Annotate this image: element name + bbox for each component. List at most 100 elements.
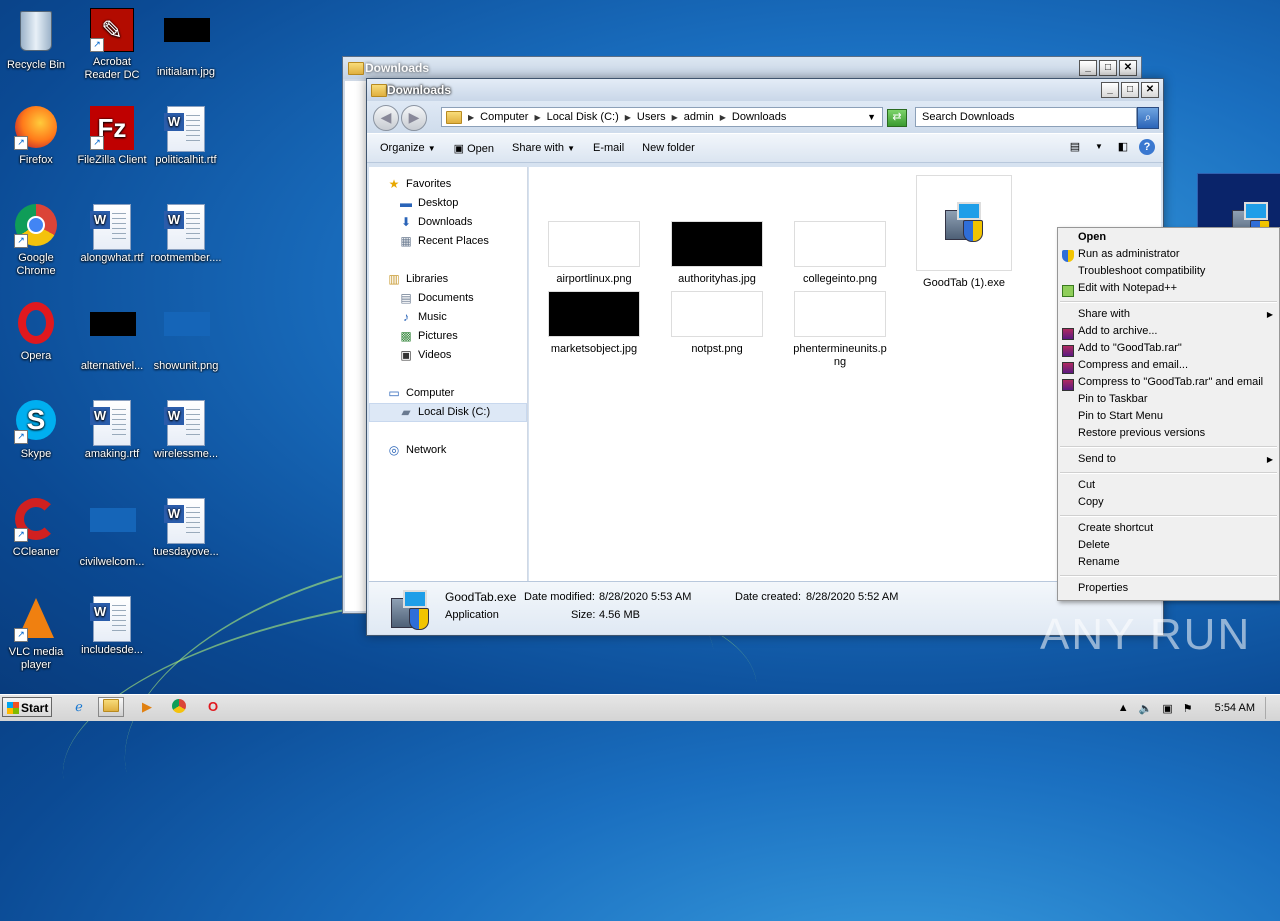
nav-item-videos[interactable]: ▣ Videos [399, 348, 451, 362]
file-item[interactable]: GoodTab (1).exe [909, 175, 1019, 290]
menu-item-delete[interactable]: Delete [1078, 539, 1110, 551]
desktop-icon-vlc[interactable]: ↗ VLC media player [0, 596, 72, 672]
menu-item-add-archive[interactable]: Add to archive... [1078, 325, 1158, 337]
start-button[interactable]: Start [2, 697, 52, 717]
file-item[interactable]: phentermineunits.png [785, 291, 895, 369]
taskbar-media-player-icon[interactable]: ▶ [134, 697, 160, 717]
breadcrumb-admin[interactable]: admin [684, 111, 714, 123]
desktop-icon-firefox[interactable]: ↗ Firefox [0, 106, 72, 167]
nav-item-music[interactable]: ♪ Music [399, 310, 447, 324]
title-bar[interactable]: Downloads _ □ ✕ [367, 79, 1163, 101]
chevron-down-icon[interactable]: ▼ [1091, 139, 1107, 155]
menu-item-send-to[interactable]: Send to [1078, 453, 1116, 465]
desktop-icon-rootmember[interactable]: W rootmember.... [150, 204, 222, 265]
menu-item-run-as-admin[interactable]: Run as administrator [1078, 248, 1180, 260]
desktop-icon-showunit[interactable]: showunit.png [150, 302, 222, 373]
nav-item-computer[interactable]: ▭ Computer [387, 386, 454, 400]
desktop-icon-alternativel[interactable]: alternativel... [76, 302, 148, 373]
breadcrumb-users[interactable]: Users [637, 111, 666, 123]
desktop-icon-politicalhit[interactable]: W politicalhit.rtf [150, 106, 222, 167]
email-button[interactable]: E-mail [586, 140, 631, 156]
minimize-button[interactable]: _ [1079, 60, 1097, 76]
menu-item-open[interactable]: Open [1078, 231, 1106, 243]
volume-icon[interactable]: 🔈 [1139, 702, 1153, 715]
share-with-button[interactable]: Share with ▼ [505, 140, 582, 156]
breadcrumb-downloads[interactable]: Downloads [732, 111, 786, 123]
desktop-icon-skype[interactable]: S ↗ Skype [0, 400, 72, 461]
taskbar-chrome-icon[interactable] [166, 697, 192, 717]
desktop-icon-initialam[interactable]: initialam.jpg [150, 8, 222, 79]
network-tray-icon[interactable]: ▣ [1162, 702, 1172, 715]
explorer-window[interactable]: Downloads _ □ ✕ ◀ ▶ ▶ Computer ▶ Local D… [366, 78, 1280, 636]
clock[interactable]: 5:54 AM [1215, 702, 1255, 714]
maximize-button[interactable]: □ [1121, 82, 1139, 98]
search-icon[interactable]: ⌕ [1137, 107, 1159, 129]
menu-item-compress-rar-email[interactable]: Compress to "GoodTab.rar" and email [1078, 376, 1263, 388]
address-bar[interactable]: ▶ Computer ▶ Local Disk (C:) ▶ Users ▶ a… [441, 107, 883, 127]
menu-item-properties[interactable]: Properties [1078, 582, 1128, 594]
back-button[interactable]: ◀ [373, 105, 399, 131]
desktop-icon-amaking[interactable]: W amaking.rtf [76, 400, 148, 461]
nav-item-favorites[interactable]: ★ Favorites [387, 177, 452, 191]
desktop-icon-recycle-bin[interactable]: Recycle Bin [0, 8, 72, 72]
nav-item-recent-places[interactable]: ▦ Recent Places [399, 234, 489, 248]
desktop-icon-wirelessme[interactable]: W wirelessme... [150, 400, 222, 461]
file-item[interactable]: authorityhas.jpg [662, 221, 772, 286]
desktop-icon-opera[interactable]: Opera [0, 302, 72, 363]
desktop-icon-tuesdayove[interactable]: W tuesdayove... [150, 498, 222, 559]
desktop-icon-alongwhat[interactable]: W alongwhat.rtf [76, 204, 148, 265]
chevron-right-icon[interactable]: ▶ [625, 113, 631, 122]
desktop-icon-chrome[interactable]: ↗ Google Chrome [0, 204, 72, 278]
menu-item-create-shortcut[interactable]: Create shortcut [1078, 522, 1153, 534]
chevron-right-icon[interactable]: ▶ [534, 113, 540, 122]
desktop-icon-includesde[interactable]: W includesde... [76, 596, 148, 657]
organize-button[interactable]: Organize ▼ [373, 140, 443, 156]
menu-item-share-with[interactable]: Share with [1078, 308, 1130, 320]
close-button[interactable]: ✕ [1119, 60, 1137, 76]
file-item[interactable]: collegeinto.png [785, 221, 895, 286]
search-input[interactable]: Search Downloads [915, 107, 1137, 127]
minimize-button[interactable]: _ [1101, 82, 1119, 98]
action-center-flag-icon[interactable]: ⚑ [1183, 702, 1193, 715]
maximize-button[interactable]: □ [1099, 60, 1117, 76]
change-view-icon[interactable]: ▤ [1067, 139, 1083, 155]
chevron-down-icon[interactable]: ▼ [867, 112, 876, 122]
open-button[interactable]: ▣ Open [447, 140, 501, 157]
nav-item-documents[interactable]: ▤ Documents [399, 291, 473, 305]
show-desktop-button[interactable] [1265, 697, 1276, 719]
nav-item-desktop[interactable]: ▬ Desktop [399, 196, 458, 210]
chevron-right-icon[interactable]: ▶ [672, 113, 678, 122]
desktop-icon-filezilla[interactable]: Fz ↗ FileZilla Client [76, 106, 148, 167]
menu-item-compress-email[interactable]: Compress and email... [1078, 359, 1188, 371]
new-folder-button[interactable]: New folder [635, 140, 702, 156]
menu-item-rename[interactable]: Rename [1078, 556, 1120, 568]
file-item[interactable]: airportlinux.png [539, 221, 649, 286]
chevron-right-icon[interactable]: ▶ [720, 113, 726, 122]
taskbar-explorer-icon[interactable] [98, 697, 124, 717]
taskbar-opera-icon[interactable]: O [200, 697, 226, 717]
nav-item-libraries[interactable]: ▥ Libraries [387, 272, 448, 286]
menu-item-cut[interactable]: Cut [1078, 479, 1095, 491]
refresh-button[interactable]: ⇄ [887, 109, 907, 127]
help-icon[interactable]: ? [1139, 139, 1155, 155]
preview-pane-icon[interactable]: ◧ [1115, 139, 1131, 155]
file-item[interactable]: notpst.png [662, 291, 772, 356]
file-item[interactable]: marketsobject.jpg [539, 291, 649, 356]
nav-item-downloads[interactable]: ⬇ Downloads [399, 215, 472, 229]
menu-item-troubleshoot[interactable]: Troubleshoot compatibility [1078, 265, 1205, 277]
nav-item-local-disk[interactable]: ▰ Local Disk (C:) [399, 405, 490, 419]
forward-button[interactable]: ▶ [401, 105, 427, 131]
breadcrumb-computer[interactable]: Computer [480, 111, 528, 123]
desktop-icon-ccleaner[interactable]: ↗ CCleaner [0, 498, 72, 559]
menu-item-copy[interactable]: Copy [1078, 496, 1104, 508]
nav-item-pictures[interactable]: ▩ Pictures [399, 329, 457, 343]
desktop-icon-acrobat[interactable]: ✎ ↗ Acrobat Reader DC [76, 8, 148, 82]
desktop-icon-civilwelcom[interactable]: civilwelcom... [76, 498, 148, 569]
taskbar-ie-icon[interactable]: ℯ [66, 697, 92, 717]
menu-item-pin-start[interactable]: Pin to Start Menu [1078, 410, 1163, 422]
menu-item-edit-notepad[interactable]: Edit with Notepad++ [1078, 282, 1177, 294]
nav-item-network[interactable]: ◎ Network [387, 443, 447, 457]
close-button[interactable]: ✕ [1141, 82, 1159, 98]
menu-item-pin-taskbar[interactable]: Pin to Taskbar [1078, 393, 1148, 405]
breadcrumb-local-disk[interactable]: Local Disk (C:) [547, 111, 619, 123]
